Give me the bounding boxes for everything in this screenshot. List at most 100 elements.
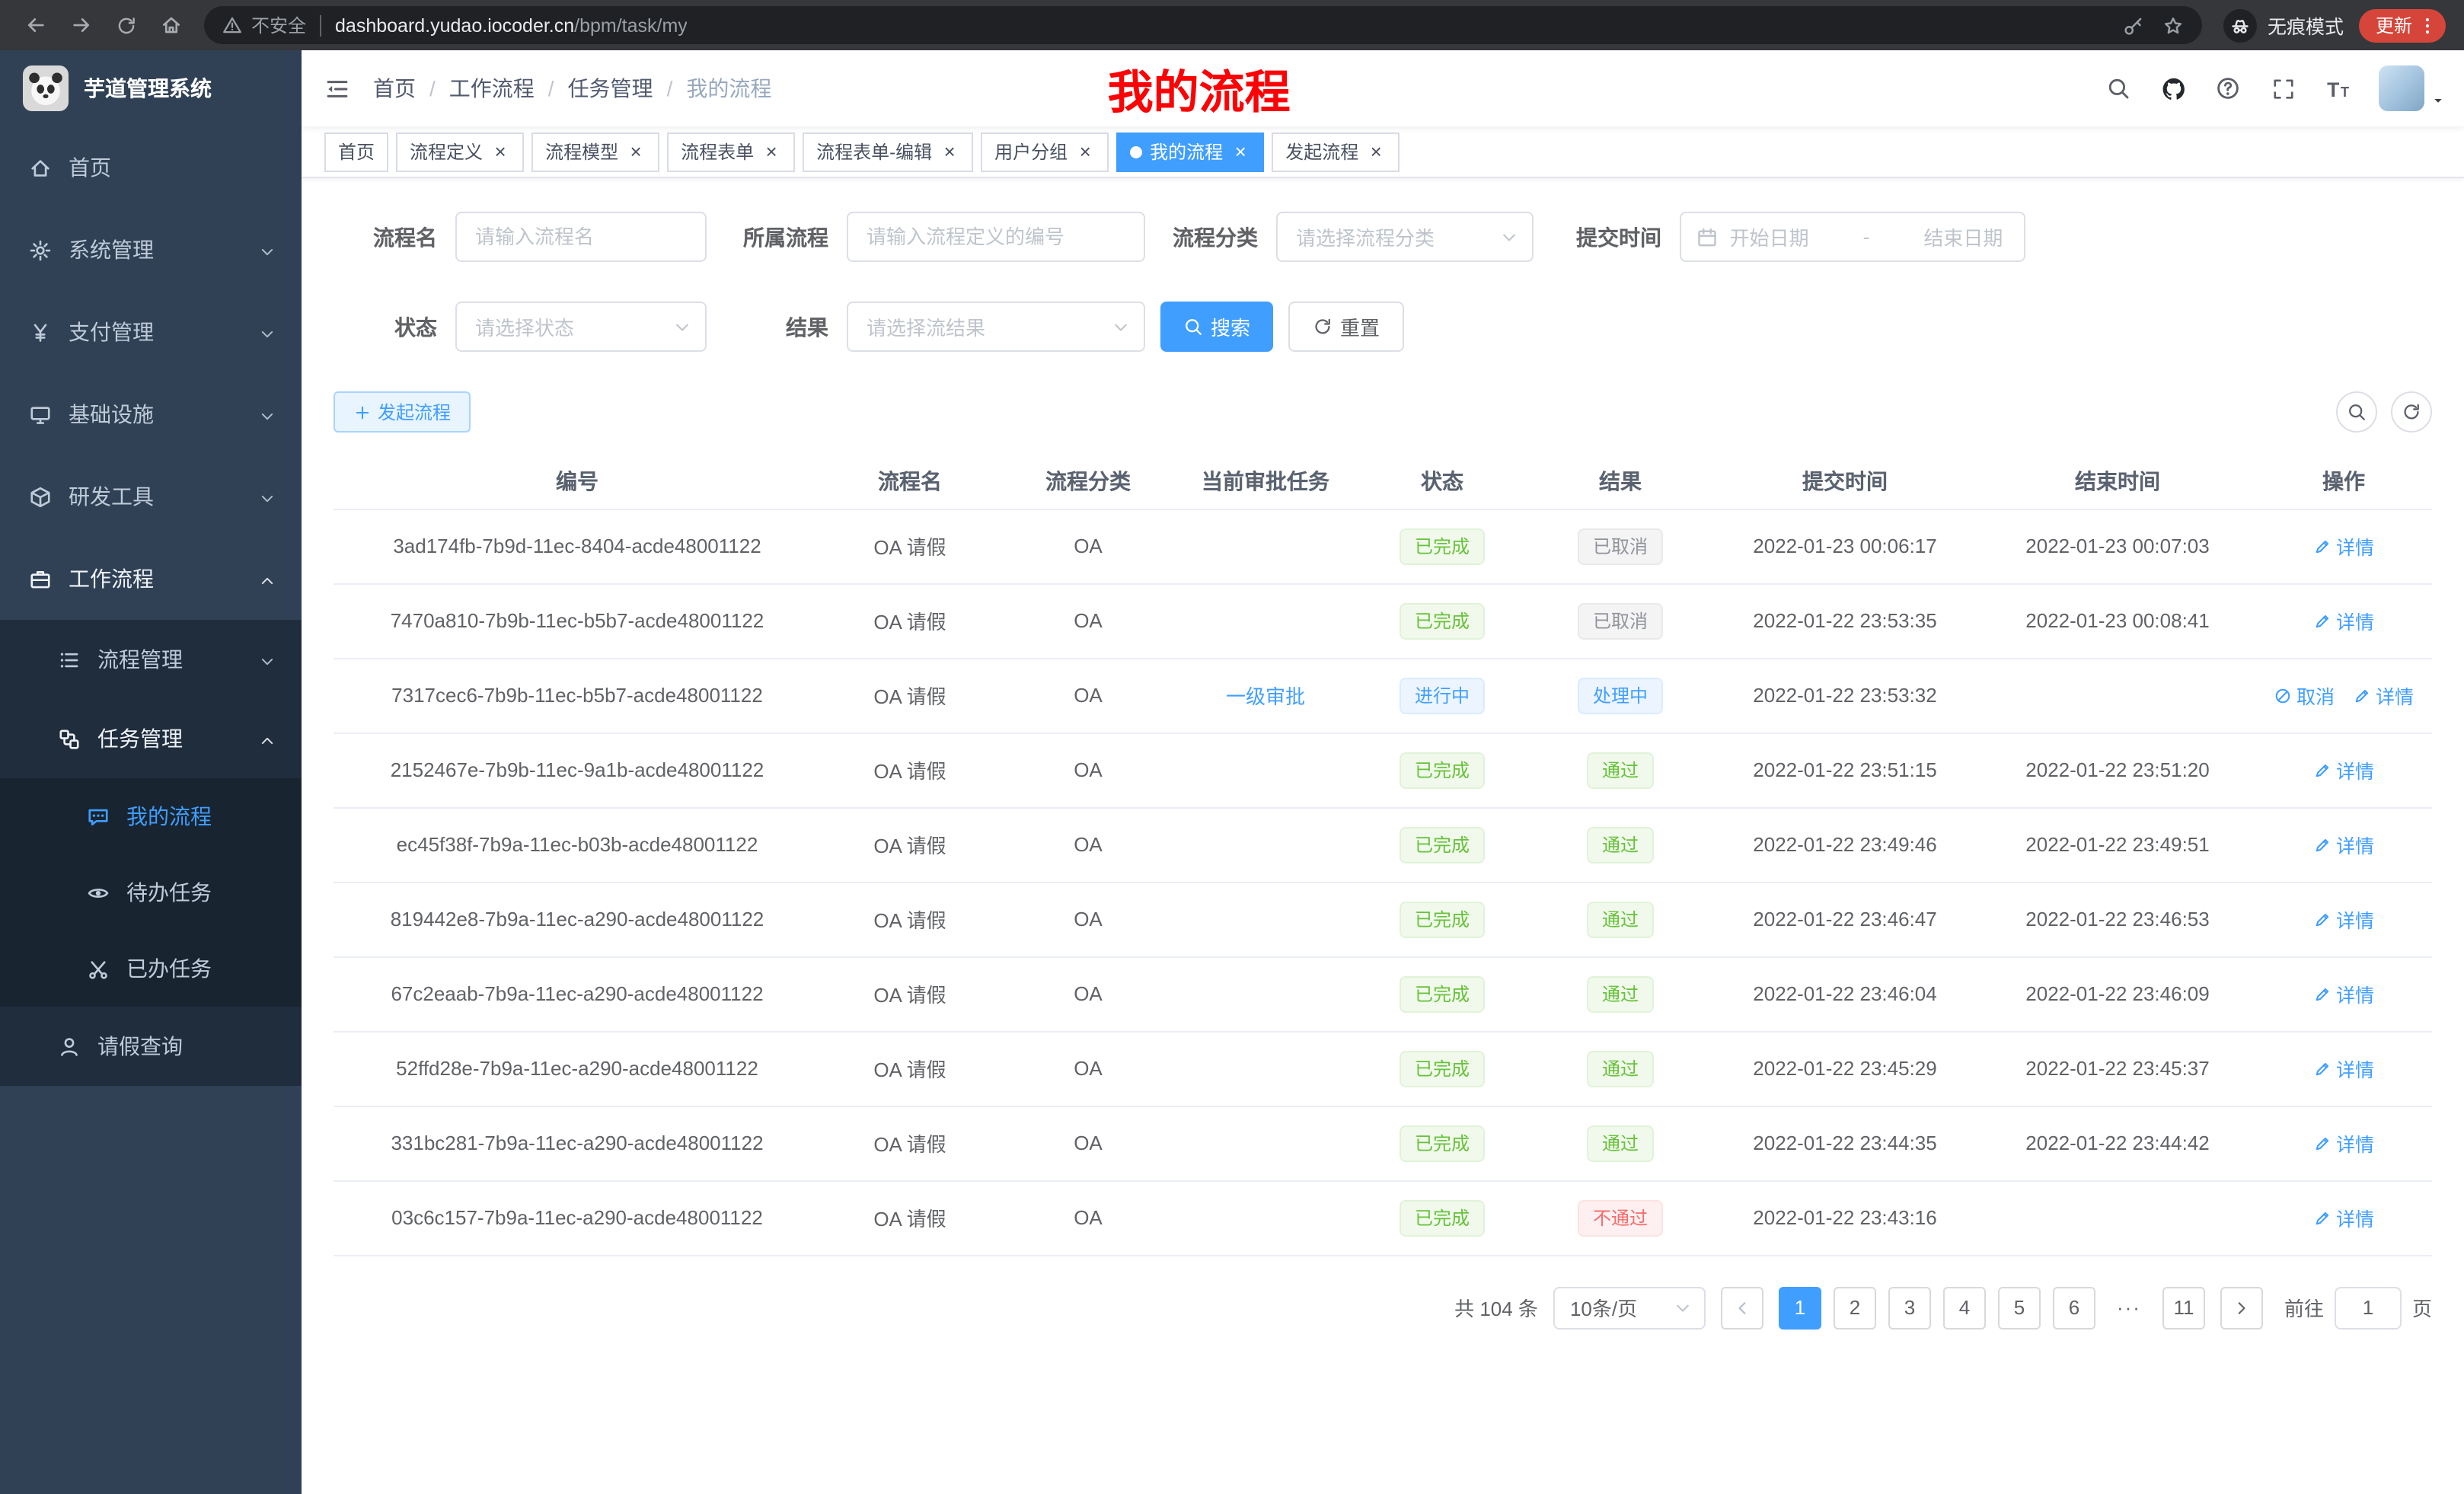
edit-action-link[interactable]: 详情 [2313, 532, 2374, 560]
submit-time-range-picker[interactable]: 开始日期 - 结束日期 [1680, 212, 2025, 262]
cancel-action-link[interactable]: 取消 [2274, 681, 2335, 710]
process-name-input[interactable] [455, 212, 707, 262]
pagination-page-2[interactable]: 2 [1834, 1286, 1876, 1329]
current-task-link[interactable]: 一级审批 [1226, 685, 1305, 708]
browser-forward-button[interactable] [70, 14, 93, 37]
cell-status: 已完成 [1354, 1106, 1530, 1180]
tab-7[interactable]: 发起流程× [1272, 132, 1400, 171]
tab-3[interactable]: 流程表单× [667, 132, 795, 171]
sidebar-item-6[interactable]: 流程管理 [0, 620, 302, 699]
pagination-page-5[interactable]: 5 [1998, 1286, 2041, 1329]
sidebar-item-9[interactable]: 待办任务 [0, 854, 302, 931]
chevron-down-icon [673, 318, 691, 336]
pagination-page-6[interactable]: 6 [2053, 1286, 2095, 1329]
sidebar-item-4[interactable]: 研发工具 [0, 455, 302, 538]
tab-close-icon[interactable]: × [1366, 142, 1386, 161]
tab-6[interactable]: 我的流程× [1116, 132, 1264, 171]
breadcrumb-item-1[interactable]: 工作流程 [449, 73, 535, 104]
sidebar-item-1[interactable]: 系统管理 [0, 209, 302, 291]
edit-action-link[interactable]: 详情 [2313, 979, 2374, 1008]
pagination-goto-input[interactable] [2335, 1286, 2402, 1329]
browser-update-button[interactable]: 更新 [2359, 8, 2446, 42]
refresh-table-button[interactable] [2391, 391, 2432, 433]
tab-close-icon[interactable]: × [761, 142, 781, 161]
pagination-next-button[interactable] [2220, 1286, 2263, 1329]
result-select[interactable]: 请选择流结果 [847, 302, 1145, 352]
cell-current-task [1177, 807, 1354, 882]
user-avatar-menu[interactable] [2379, 65, 2446, 111]
pagination-page-3[interactable]: 3 [1888, 1286, 1931, 1329]
edit-action-link[interactable]: 详情 [2313, 1128, 2374, 1157]
sidebar-item-0[interactable]: 首页 [0, 126, 302, 209]
browser-back-button[interactable] [24, 14, 47, 37]
cell-current-task[interactable]: 一级审批 [1177, 658, 1354, 733]
pagination-page-11[interactable]: 11 [2162, 1286, 2205, 1329]
tab-close-icon[interactable]: × [1075, 142, 1095, 161]
sidebar-item-3[interactable]: 基础设施 [0, 373, 302, 455]
pagination-page-1[interactable]: 1 [1779, 1286, 1821, 1329]
edit-action-link[interactable]: 详情 [2313, 1203, 2374, 1232]
browser-reload-button[interactable] [116, 14, 137, 36]
cell-status: 进行中 [1354, 658, 1530, 733]
pagination-prev-button[interactable] [1721, 1286, 1763, 1329]
browser-chrome: 不安全 dashboard.yudao.iocoder.cn/bpm/task/… [0, 0, 2464, 50]
status-tag: 处理中 [1578, 677, 1663, 713]
edit-action-link[interactable]: 详情 [2313, 830, 2374, 859]
pagination-ellipsis[interactable]: ··· [2108, 1286, 2150, 1329]
password-key-icon[interactable] [2123, 14, 2144, 36]
done-task-icon [87, 957, 110, 980]
header-search-button[interactable] [2095, 65, 2141, 111]
cell-category: OA [999, 658, 1177, 733]
tab-4[interactable]: 流程表单-编辑× [803, 132, 973, 171]
sidebar-item-7[interactable]: 任务管理 [0, 699, 302, 778]
table-row: 3ad174fb-7b9d-11ec-8404-acde48001122OA 请… [334, 509, 2432, 583]
bookmark-star-icon[interactable] [2162, 14, 2184, 36]
tab-close-icon[interactable]: × [626, 142, 646, 161]
edit-action-link[interactable]: 详情 [2313, 1054, 2374, 1083]
pagination-page-4[interactable]: 4 [1943, 1286, 1986, 1329]
sidebar-item-5[interactable]: 工作流程 [0, 538, 302, 620]
page-size-select[interactable]: 10条/页 [1553, 1286, 1706, 1329]
category-select[interactable]: 请选择流程分类 [1276, 212, 1534, 262]
owner-process-input[interactable] [847, 212, 1145, 262]
edit-action-link[interactable]: 详情 [2313, 905, 2374, 934]
edit-action-link[interactable]: 详情 [2353, 681, 2414, 710]
tab-2[interactable]: 流程模型× [531, 132, 659, 171]
tab-1[interactable]: 流程定义× [396, 132, 524, 171]
browser-home-button[interactable] [160, 14, 183, 37]
app-logo[interactable]: 芋道管理系统 [0, 50, 302, 126]
back-icon [24, 14, 47, 37]
breadcrumb-item-0[interactable]: 首页 [373, 73, 416, 104]
status-select[interactable]: 请选择状态 [455, 302, 707, 352]
reset-button[interactable]: 重置 [1288, 302, 1404, 352]
help-icon[interactable] [2205, 65, 2251, 111]
security-indicator[interactable]: 不安全 [222, 12, 306, 38]
edit-action-link[interactable]: 详情 [2313, 606, 2374, 635]
url-text: dashboard.yudao.iocoder.cn/bpm/task/my [335, 14, 688, 36]
github-icon[interactable] [2150, 65, 2196, 111]
chevron-down-icon [259, 490, 276, 507]
toggle-search-button[interactable] [2336, 391, 2377, 433]
search-button[interactable]: 搜索 [1160, 302, 1273, 352]
process-table: 编号流程名流程分类当前审批任务状态结果提交时间结束时间操作 3ad174fb-7… [334, 454, 2432, 1256]
table-row: 819442e8-7b9a-11ec-a290-acde48001122OA 请… [334, 882, 2432, 956]
table-row: 67c2eaab-7b9a-11ec-a290-acde48001122OA 请… [334, 956, 2432, 1031]
tab-close-icon[interactable]: × [1230, 142, 1250, 161]
address-bar[interactable]: 不安全 dashboard.yudao.iocoder.cn/bpm/task/… [204, 6, 2202, 44]
sidebar-item-10[interactable]: 已办任务 [0, 931, 302, 1007]
cell-id: 67c2eaab-7b9a-11ec-a290-acde48001122 [334, 956, 821, 1031]
tab-close-icon[interactable]: × [940, 142, 959, 161]
breadcrumb-item-2[interactable]: 任务管理 [568, 73, 653, 104]
sidebar-toggle-button[interactable] [302, 75, 373, 101]
tab-0[interactable]: 首页 [324, 132, 388, 171]
sidebar-item-2[interactable]: 支付管理 [0, 291, 302, 373]
tab-close-icon[interactable]: × [490, 142, 510, 161]
sidebar-item-11[interactable]: 请假查询 [0, 1007, 302, 1086]
table-row: 2152467e-7b9b-11ec-9a1b-acde48001122OA 请… [334, 733, 2432, 807]
font-size-button[interactable]: TT [2315, 65, 2360, 111]
create-process-button[interactable]: 发起流程 [334, 391, 471, 433]
tab-5[interactable]: 用户分组× [981, 132, 1109, 171]
fullscreen-button[interactable] [2260, 65, 2306, 111]
edit-action-link[interactable]: 详情 [2313, 755, 2374, 784]
sidebar-item-8[interactable]: 我的流程 [0, 778, 302, 854]
